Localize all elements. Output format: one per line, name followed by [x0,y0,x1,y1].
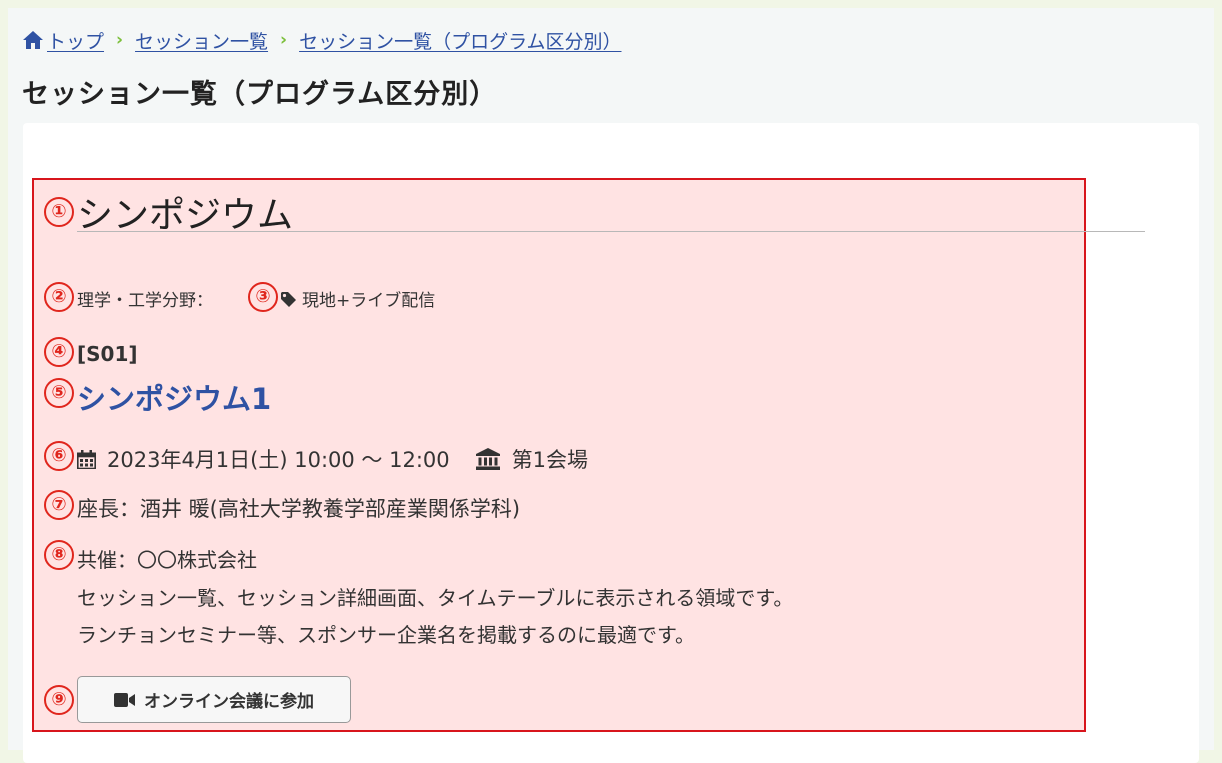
session-title-link[interactable]: シンポジウム1 [77,376,271,418]
content-card: ① シンポジウム ② 理学・工学分野： ③ 現地+ライブ配信 ④ [S01] ⑤… [23,123,1199,763]
field-category: 理学・工学分野： [77,286,213,311]
session-highlight-box: ① シンポジウム ② 理学・工学分野： ③ 現地+ライブ配信 ④ [S01] ⑤… [32,178,1145,732]
session-tag: 現地+ライブ配信 [280,286,435,311]
session-venue: 第1会場 [511,448,588,472]
tag-label: 現地+ライブ配信 [302,291,436,311]
page: トップ › セッション一覧 › セッション一覧（プログラム区分別） セッション一… [8,8,1214,763]
callout-6: ⑥ [44,441,74,471]
join-button-label: オンライン会議に参加 [144,692,314,711]
session-cosponsor: 共催：〇〇株式会社 [77,548,257,572]
callout-3: ③ [248,282,278,312]
callout-8: ⑧ [44,540,74,570]
description-line: セッション一覧、セッション詳細画面、タイムテーブルに表示される領域です。 [77,586,794,610]
description-line: ランチョンセミナー等、スポンサー企業名を掲載するのに最適です。 [77,623,695,647]
heading-divider [77,231,1145,232]
callout-5: ⑤ [44,378,74,408]
breadcrumb-session-list-link[interactable]: セッション一覧 [135,27,268,54]
callout-9: ⑨ [44,685,74,715]
join-online-meeting-button[interactable]: オンライン会議に参加 [77,676,351,723]
field-label: 理学・工学分野： [77,291,213,311]
calendar-icon [77,449,96,469]
breadcrumb-home-link[interactable]: トップ [47,27,104,54]
session-code: [S01] [77,342,138,366]
session-datetime-venue: 2023年4月1日(土) 10:00 〜 12:00 第1会場 [77,444,588,474]
tag-icon [281,291,296,307]
session-chair: 座長：酒井 暖(高社大学教養学部産業関係学科) [77,497,521,521]
home-icon [23,31,43,49]
callout-4: ④ [44,337,74,367]
callout-1: ① [44,197,74,227]
callout-7: ⑦ [44,490,74,520]
building-icon [475,448,500,470]
breadcrumb-current-link[interactable]: セッション一覧（プログラム区分別） [299,27,621,54]
breadcrumb: トップ › セッション一覧 › セッション一覧（プログラム区分別） [22,26,622,54]
page-title: セッション一覧（プログラム区分別） [22,79,498,110]
chevron-right-icon: › [280,30,288,50]
cosponsor-description: セッション一覧、セッション詳細画面、タイムテーブルに表示される領域です。 ランチ… [77,580,793,654]
chevron-right-icon: › [116,30,124,50]
session-datetime: 2023年4月1日(土) 10:00 〜 12:00 [107,448,450,472]
callout-2: ② [44,282,74,312]
video-icon [114,692,135,707]
